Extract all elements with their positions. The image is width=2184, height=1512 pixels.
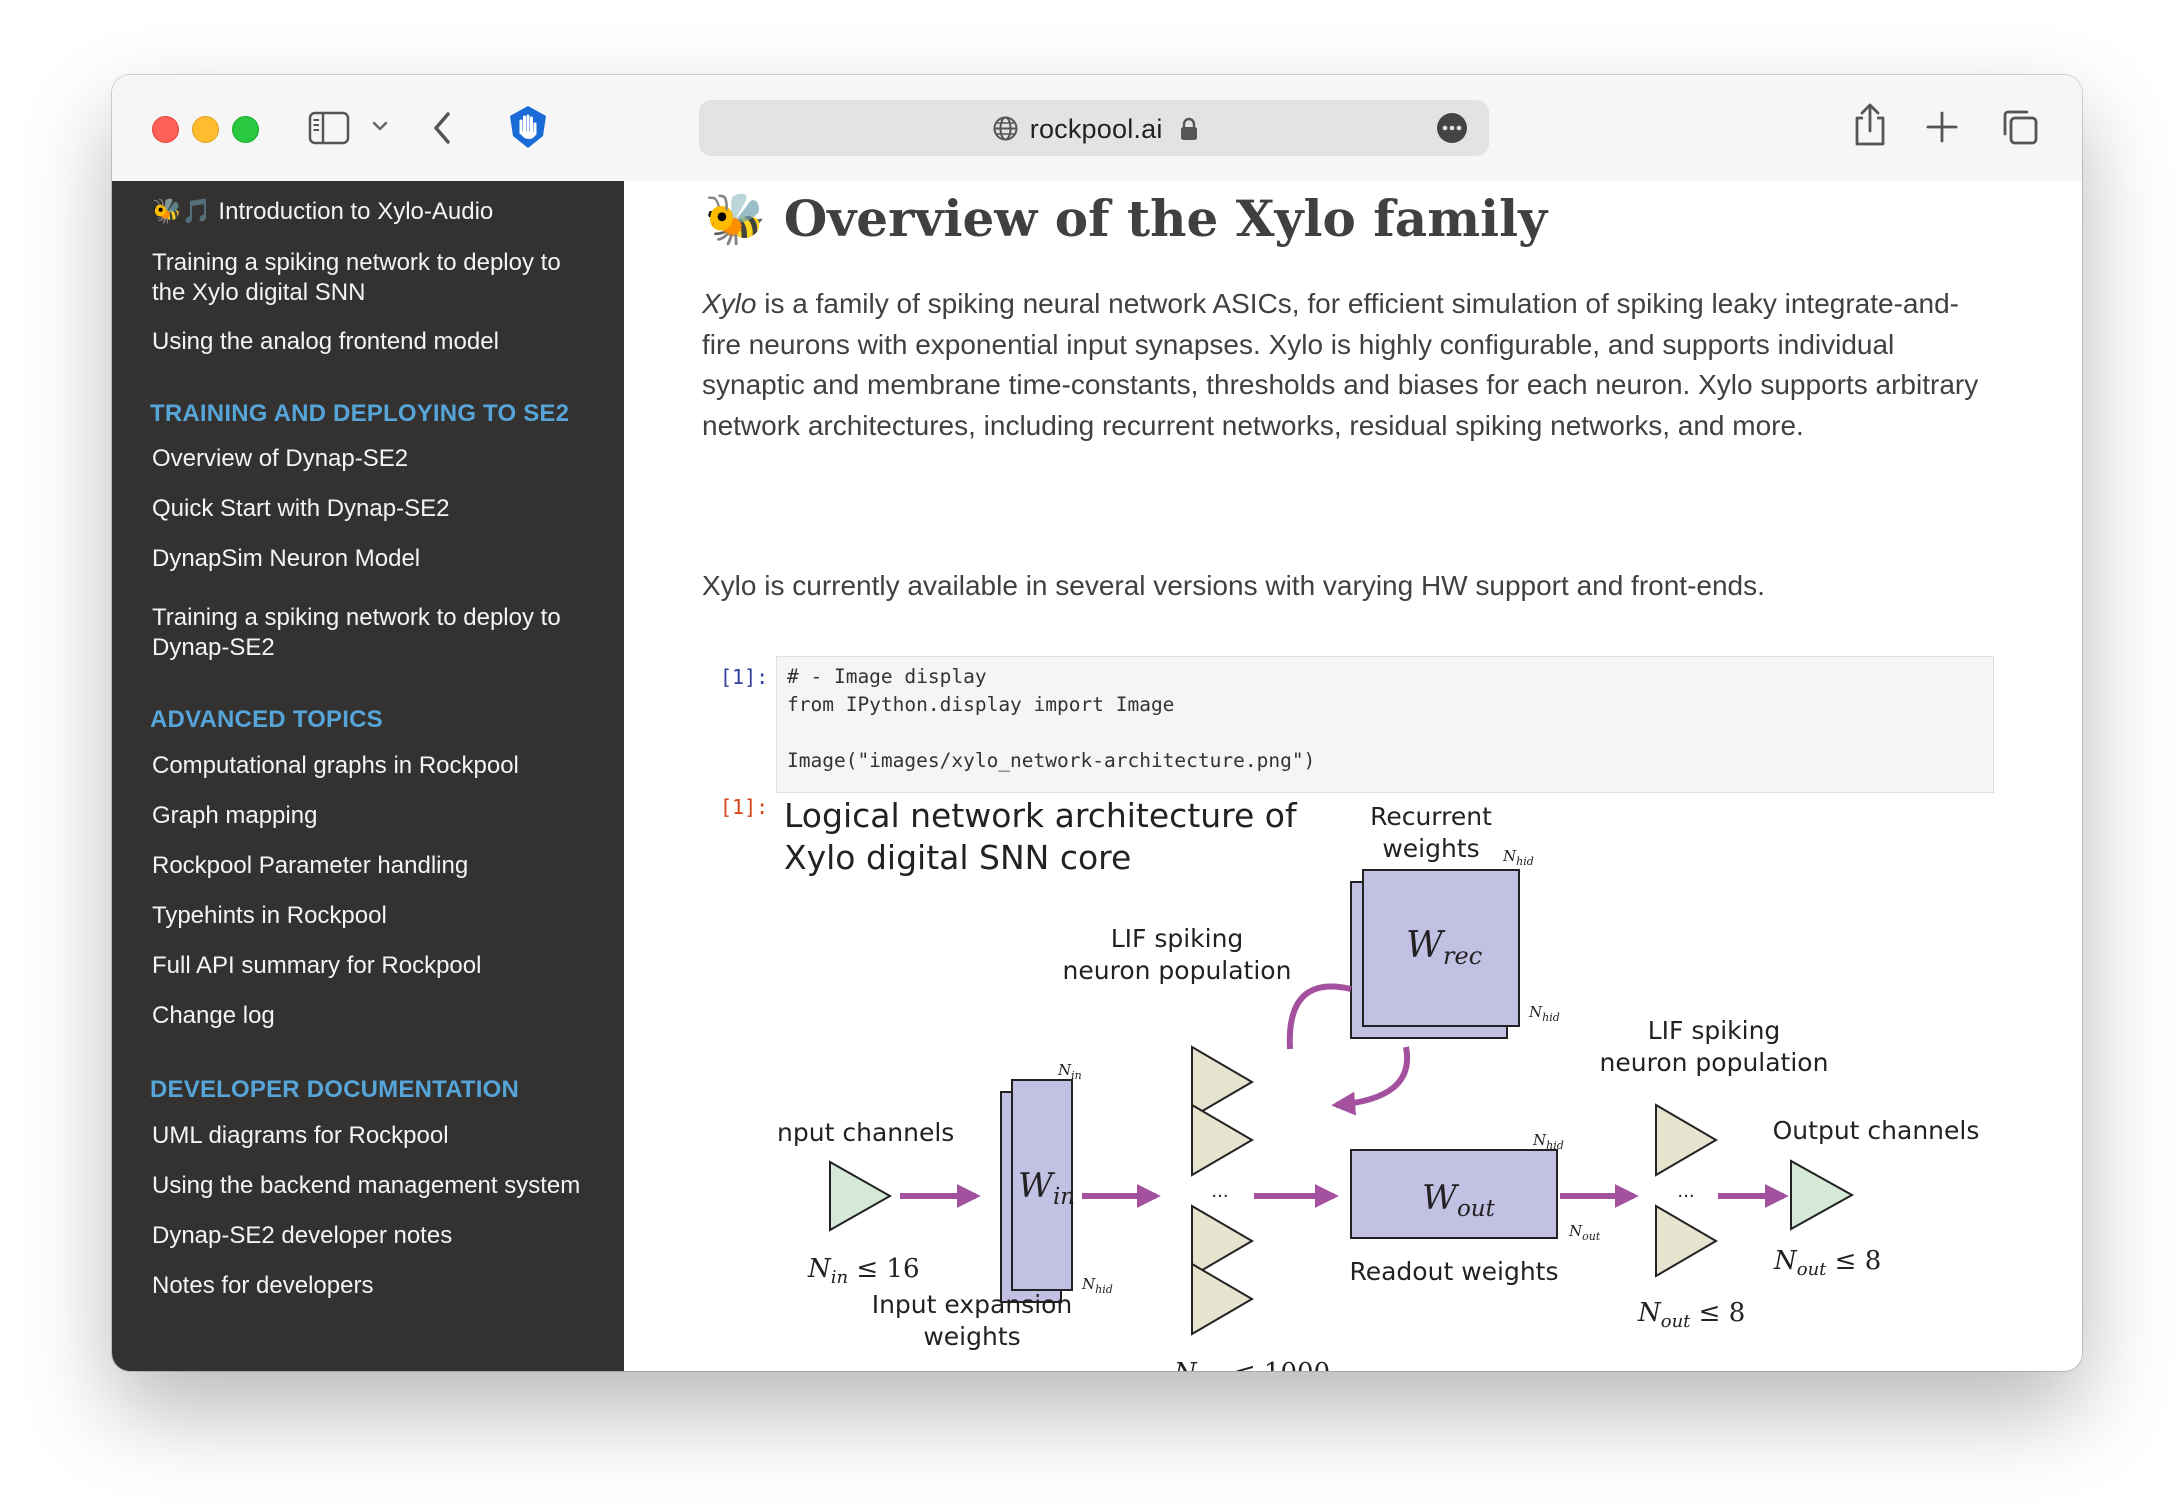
lock-icon (1181, 117, 1198, 140)
main-content: 🐝 Overview of the Xylo family Xylo is a … (624, 181, 2082, 1371)
output-neuron-triangle-1 (1655, 1103, 1718, 1177)
input-prompt: [1]: (720, 665, 769, 689)
page-title: 🐝 Overview of the Xylo family (704, 189, 1547, 249)
sidebar-heading-advanced: ADVANCED TOPICS (150, 706, 383, 733)
output-ellipsis: ... (1677, 1181, 1694, 1202)
new-tab-plus-icon[interactable] (1926, 111, 1958, 143)
intro-line-2: fire neurons with exponential input syna… (702, 328, 1895, 360)
hand-shield-extension-icon[interactable] (505, 104, 551, 150)
output-channel-triangle (1790, 1159, 1855, 1231)
intro-line-4: network architectures, including recurre… (702, 409, 1804, 441)
architecture-diagram: Logical network architecture of Xylo dig… (770, 796, 1980, 1371)
minimize-window-button[interactable] (192, 116, 219, 143)
chevron-down-icon[interactable] (370, 120, 390, 134)
code-line-1: # - Image display (787, 665, 987, 688)
w-out-top-dim: Nhid (1532, 1131, 1564, 1152)
sidebar-item-change-log[interactable]: Change log (152, 1001, 592, 1031)
lif-hidden-label-2: neuron population (1063, 956, 1292, 985)
sidebar-item-computational-graphs[interactable]: Computational graphs in Rockpool (152, 751, 592, 781)
sidebar-item-graph-mapping[interactable]: Graph mapping (152, 801, 592, 831)
input-constraint: Nin ≤ 16 (807, 1254, 920, 1288)
sidebar-item-backend-management[interactable]: Using the backend management system (152, 1171, 592, 1201)
recurrent-weights-label-2: weights (1382, 834, 1479, 863)
w-out-side-dim: Nout (1568, 1222, 1601, 1243)
recurrent-loop-top (1286, 983, 1352, 1050)
intro-paragraph: Xylo is a family of spiking neural netwo… (702, 284, 2002, 446)
hidden-constraint: Nhid ≤ 1000 (1173, 1358, 1330, 1371)
zoom-window-button[interactable] (232, 116, 259, 143)
w-in-top-dim: Nin (1057, 1061, 1082, 1082)
sidebar-item-quickstart-dynap[interactable]: Quick Start with Dynap-SE2 (152, 494, 592, 524)
readout-weights-label: Readout weights (1349, 1257, 1558, 1286)
w-in-side-dim: Nhid (1081, 1275, 1113, 1296)
hidden-neuron-triangle-4 (1191, 1262, 1254, 1336)
address-bar[interactable]: rockpool.ai (699, 100, 1489, 156)
hidden-neuron-triangle-3 (1191, 1204, 1254, 1278)
availability-paragraph: Xylo is currently available in several v… (702, 570, 1765, 601)
url-text: rockpool.ai (699, 114, 1489, 145)
input-channels-label: Input channels (776, 1118, 954, 1147)
browser-window: rockpool.ai 🐝🎵 Introduction to Xylo-Audi… (112, 75, 2082, 1371)
w-rec-side-dim: Nhid (1528, 1003, 1560, 1024)
sidebar-item-overview-dynap[interactable]: Overview of Dynap-SE2 (152, 444, 592, 474)
output-neuron-triangle-2 (1655, 1204, 1718, 1278)
sidebar-toggle-icon[interactable] (308, 111, 350, 145)
recurrent-weights-label-1: Recurrent (1370, 802, 1492, 831)
input-expansion-label-1: Input expansion (872, 1290, 1073, 1319)
docs-sidebar: 🐝🎵 Introduction to Xylo-Audio Training a… (112, 181, 624, 1371)
recurrent-loop-bottom (1331, 1046, 1411, 1116)
output-constraint: Nout ≤ 8 (1773, 1246, 1881, 1280)
output-channels-label: Output channels (1773, 1116, 1980, 1145)
figure-title-line-1: Logical network architecture of (784, 799, 1298, 835)
sidebar-item-dynap-dev-notes[interactable]: Dynap-SE2 developer notes (152, 1221, 592, 1251)
close-window-button[interactable] (152, 116, 179, 143)
page-title-text: Overview of the Xylo family (783, 189, 1548, 248)
code-cell[interactable]: # - Image display from IPython.display i… (776, 656, 1994, 793)
output-prompt: [1]: (720, 795, 769, 819)
lif-out-label-1: LIF spiking (1648, 1016, 1781, 1045)
sidebar-item-intro-xylo-audio[interactable]: 🐝🎵 Introduction to Xylo-Audio (152, 197, 592, 227)
browser-toolbar: rockpool.ai (112, 75, 2082, 182)
sidebar-item-training-xylo[interactable]: Training a spiking network to deploy to … (152, 248, 592, 308)
architecture-figure: Logical network architecture of Xylo dig… (770, 796, 1992, 1371)
code-line-2: from IPython.display import Image (787, 693, 1175, 716)
sidebar-item-parameter-handling[interactable]: Rockpool Parameter handling (152, 851, 592, 881)
lif-out-label-2: neuron population (1600, 1048, 1829, 1077)
figure-title-line-2: Xylo digital SNN core (784, 838, 1131, 877)
sidebar-item-uml-diagrams[interactable]: UML diagrams for Rockpool (152, 1121, 592, 1151)
intro-line-3: synaptic and membrane time-constants, th… (702, 369, 1979, 400)
bee-emoji-icon: 🐝 (704, 189, 767, 248)
sidebar-item-typehints[interactable]: Typehints in Rockpool (152, 901, 592, 931)
share-icon[interactable] (1852, 103, 1888, 147)
w-rec-top-dim: Nhid (1502, 847, 1534, 868)
hidden-neuron-triangle-2 (1191, 1103, 1254, 1177)
hidden-ellipsis: ... (1211, 1181, 1228, 1202)
hidden-neuron-triangle-1 (1191, 1045, 1254, 1119)
page-menu-icon[interactable] (1436, 112, 1468, 144)
sidebar-item-analog-frontend[interactable]: Using the analog frontend model (152, 327, 592, 357)
output-population-constraint: Nout ≤ 8 (1637, 1298, 1745, 1332)
sidebar-item-dynapsim-neuron[interactable]: DynapSim Neuron Model (152, 544, 592, 574)
sidebar-item-training-dynap[interactable]: Training a spiking network to deploy to … (152, 603, 592, 663)
input-channel-triangle (829, 1160, 893, 1232)
code-line-4: Image("images/xylo_network-architecture.… (787, 749, 1316, 772)
sidebar-heading-se2: TRAINING AND DEPLOYING TO SE2 (150, 400, 570, 427)
sidebar-item-notes-developers[interactable]: Notes for developers (152, 1271, 592, 1301)
sidebar-item-api-summary[interactable]: Full API summary for Rockpool (152, 951, 592, 981)
tab-overview-icon[interactable] (2001, 108, 2039, 146)
sidebar-heading-developer: DEVELOPER DOCUMENTATION (150, 1076, 520, 1103)
input-expansion-label-2: weights (923, 1322, 1020, 1351)
intro-line-1: is a family of spiking neural network AS… (756, 288, 1959, 319)
lif-hidden-label-1: LIF spiking (1111, 924, 1244, 953)
xylo-italic: Xylo (702, 288, 757, 319)
back-arrow-icon[interactable] (430, 109, 456, 147)
